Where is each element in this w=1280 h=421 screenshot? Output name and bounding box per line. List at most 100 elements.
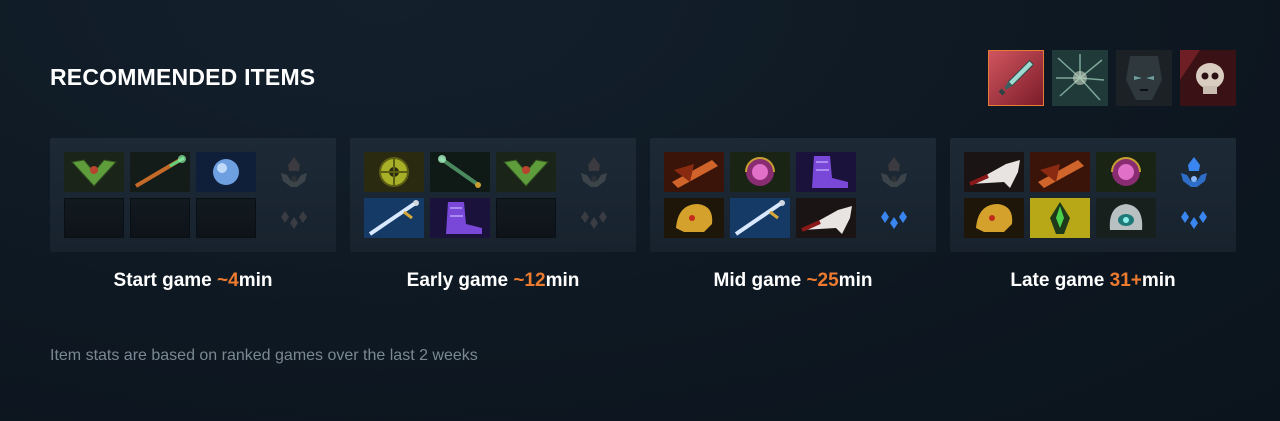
item-slot[interactable]	[196, 152, 256, 192]
aghanims-slot[interactable]	[874, 198, 914, 238]
crystal-orb-item-icon	[196, 152, 256, 192]
aghanims-slot[interactable]	[1174, 198, 1214, 238]
phase-label: Start game ~4min	[50, 270, 336, 292]
pink-orb-item-icon	[730, 152, 790, 192]
item-grid	[64, 152, 256, 238]
item-slot[interactable]	[364, 198, 424, 238]
yellow-disk-item-icon	[364, 152, 424, 192]
phase-time: ~12	[513, 270, 546, 291]
neutral-item-slot[interactable]	[1174, 152, 1214, 192]
silver-helm-item-icon	[1096, 198, 1156, 238]
phase-time: ~25	[806, 270, 839, 291]
item-slot[interactable]	[964, 152, 1024, 192]
item-slot[interactable]	[64, 152, 124, 192]
skill-tab-shatter[interactable]	[1052, 50, 1108, 106]
empty-item-slot	[196, 198, 256, 238]
dagger-skill-icon	[989, 51, 1043, 105]
phase-time: 31+	[1109, 270, 1142, 291]
magic-wand-item-icon	[130, 152, 190, 192]
violet-boots-item-icon	[796, 152, 856, 192]
empty-item-slot	[130, 198, 190, 238]
item-grid	[664, 152, 856, 238]
aghanims-slot[interactable]	[574, 198, 614, 238]
green-claw-item-icon	[1030, 198, 1090, 238]
item-slot[interactable]	[796, 152, 856, 192]
phase-late-game: Late game 31+min	[950, 138, 1236, 292]
aghanims-shard-icon	[577, 205, 611, 231]
aghanims-shard-icon	[1177, 205, 1211, 231]
aghanims-shard-icon	[277, 205, 311, 231]
item-panel	[350, 138, 636, 252]
item-slot[interactable]	[1096, 198, 1156, 238]
dark-face-skill-icon	[1116, 50, 1172, 106]
green-wings-item-icon	[64, 152, 124, 192]
neutral-item-slot[interactable]	[874, 152, 914, 192]
phase-unit: min	[545, 270, 580, 291]
phase-unit: min	[838, 270, 873, 291]
item-slot[interactable]	[664, 198, 724, 238]
neutral-item-slot[interactable]	[574, 152, 614, 192]
item-slot[interactable]	[1030, 198, 1090, 238]
glowing-blade-item-icon	[730, 198, 790, 238]
page-title: RECOMMENDED ITEMS	[50, 64, 316, 90]
upgrade-slots	[574, 152, 614, 244]
phase-unit: min	[238, 270, 273, 291]
upgrade-slots	[874, 152, 914, 244]
upgrade-slots	[1174, 152, 1214, 244]
neutral-item-slot[interactable]	[274, 152, 314, 192]
shatter-skill-icon	[1052, 50, 1108, 106]
serrated-blade-item-icon	[964, 152, 1024, 192]
neutral-token-icon	[577, 155, 611, 189]
item-slot[interactable]	[1096, 152, 1156, 192]
phase-label: Early game ~12min	[350, 270, 636, 292]
skill-tab-skull[interactable]	[1180, 50, 1236, 106]
item-slot[interactable]	[730, 152, 790, 192]
item-slot[interactable]	[964, 198, 1024, 238]
phase-name: Late game	[1010, 270, 1110, 291]
phase-time: ~4	[217, 270, 239, 291]
item-panel	[950, 138, 1236, 252]
jade-staff-item-icon	[430, 152, 490, 192]
item-panel	[650, 138, 936, 252]
item-grid	[364, 152, 556, 238]
phase-early-game: Early game ~12min	[350, 138, 636, 292]
upgrade-slots	[274, 152, 314, 244]
phase-name: Early game	[406, 270, 514, 291]
phase-mid-game: Mid game ~25min	[650, 138, 936, 292]
neutral-token-icon	[277, 155, 311, 189]
item-slot[interactable]	[130, 152, 190, 192]
aghanims-slot[interactable]	[274, 198, 314, 238]
golden-helm-item-icon	[964, 198, 1024, 238]
empty-item-slot	[64, 198, 124, 238]
phase-start-game: Start game ~4min	[50, 138, 336, 292]
footnote: Item stats are based on ranked games ove…	[50, 347, 478, 364]
phase-name: Start game	[113, 270, 218, 291]
phase-unit: min	[1141, 270, 1176, 291]
skill-tabs	[988, 50, 1236, 106]
serrated-blade-item-icon	[796, 198, 856, 238]
neutral-token-icon	[877, 155, 911, 189]
orange-shield-item-icon	[664, 152, 724, 192]
golden-helm-item-icon	[664, 198, 724, 238]
item-slot[interactable]	[430, 198, 490, 238]
orange-shield-item-icon	[1030, 152, 1090, 192]
item-slot[interactable]	[664, 152, 724, 192]
pink-orb-item-icon	[1096, 152, 1156, 192]
skill-tab-dagger[interactable]	[988, 50, 1044, 106]
item-slot[interactable]	[796, 198, 856, 238]
phase-label: Mid game ~25min	[650, 270, 936, 292]
empty-item-slot	[496, 198, 556, 238]
phase-name: Mid game	[713, 270, 807, 291]
phase-list: Start game ~4min Early game ~12min Mid g…	[50, 138, 1236, 292]
item-slot[interactable]	[364, 152, 424, 192]
neutral-token-icon	[1177, 155, 1211, 189]
aghanims-shard-icon	[877, 205, 911, 231]
green-wings-item-icon	[496, 152, 556, 192]
item-slot[interactable]	[496, 152, 556, 192]
item-grid	[964, 152, 1156, 238]
skull-skill-icon	[1180, 50, 1236, 106]
item-slot[interactable]	[1030, 152, 1090, 192]
item-slot[interactable]	[430, 152, 490, 192]
item-slot[interactable]	[730, 198, 790, 238]
skill-tab-dark-face[interactable]	[1116, 50, 1172, 106]
